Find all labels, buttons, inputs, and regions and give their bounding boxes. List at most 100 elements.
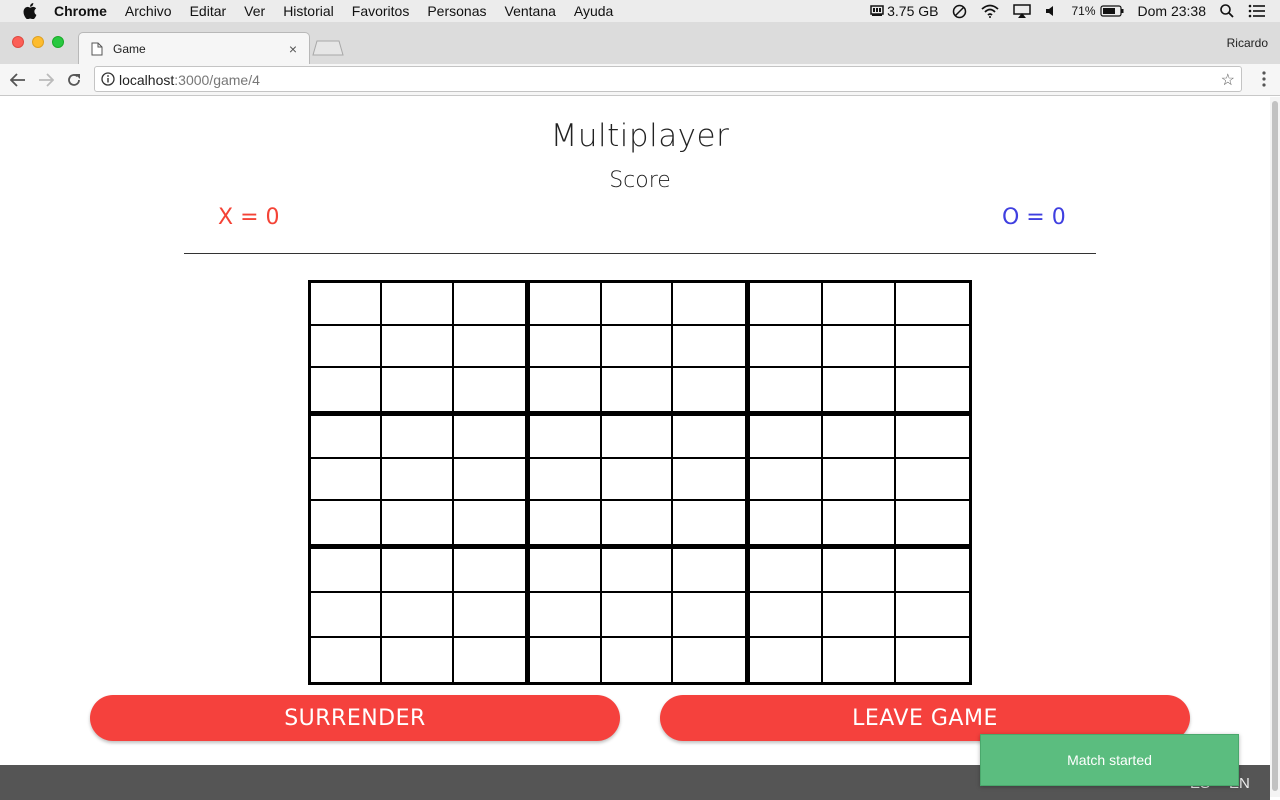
board-cell[interactable] xyxy=(311,637,383,682)
board-cell[interactable] xyxy=(311,501,383,544)
board-cell[interactable] xyxy=(530,549,602,594)
board-cell[interactable] xyxy=(453,283,526,326)
spotlight-search-icon[interactable] xyxy=(1220,4,1234,18)
board-cell[interactable] xyxy=(311,283,383,326)
board-cell[interactable] xyxy=(530,637,602,682)
board-cell[interactable] xyxy=(895,368,969,411)
board-cell[interactable] xyxy=(895,416,969,459)
board-cell[interactable] xyxy=(749,325,823,369)
menu-ventana[interactable]: Ventana xyxy=(505,3,556,19)
board-cell[interactable] xyxy=(453,593,526,638)
board-cell[interactable] xyxy=(382,593,454,638)
board-cell[interactable] xyxy=(530,593,602,638)
board-cell[interactable] xyxy=(673,501,745,544)
board-cell[interactable] xyxy=(895,637,969,682)
board-cell[interactable] xyxy=(895,458,969,502)
menu-ver[interactable]: Ver xyxy=(244,3,265,19)
board-cell[interactable] xyxy=(673,549,745,594)
board-cell[interactable] xyxy=(822,368,896,411)
board-cell[interactable] xyxy=(673,458,745,502)
new-tab-button[interactable] xyxy=(312,40,344,56)
board-cell[interactable] xyxy=(822,283,896,326)
board-cell[interactable] xyxy=(822,593,896,638)
board-cell[interactable] xyxy=(673,325,745,369)
board-cell[interactable] xyxy=(601,368,674,411)
board-cell[interactable] xyxy=(895,593,969,638)
board-cell[interactable] xyxy=(601,458,674,502)
forward-arrow-icon[interactable] xyxy=(36,70,56,90)
board-cell[interactable] xyxy=(530,416,602,459)
board-cell[interactable] xyxy=(749,549,823,594)
board-cell[interactable] xyxy=(382,549,454,594)
board-cell[interactable] xyxy=(453,501,526,544)
board-cell[interactable] xyxy=(530,501,602,544)
board-cell[interactable] xyxy=(822,501,896,544)
board-cell[interactable] xyxy=(453,637,526,682)
board-cell[interactable] xyxy=(895,549,969,594)
board-cell[interactable] xyxy=(895,283,969,326)
board-cell[interactable] xyxy=(673,637,745,682)
board-cell[interactable] xyxy=(749,501,823,544)
bookmark-star-icon[interactable]: ☆ xyxy=(1221,70,1235,90)
window-minimize-button[interactable] xyxy=(32,36,44,48)
profile-name[interactable]: Ricardo xyxy=(1227,36,1268,50)
board-cell[interactable] xyxy=(822,416,896,459)
board-cell[interactable] xyxy=(673,593,745,638)
board-cell[interactable] xyxy=(601,637,674,682)
board-cell[interactable] xyxy=(822,458,896,502)
board-cell[interactable] xyxy=(453,325,526,369)
apple-logo-icon[interactable] xyxy=(20,3,40,19)
board-cell[interactable] xyxy=(822,325,896,369)
board-cell[interactable] xyxy=(311,416,383,459)
board-cell[interactable] xyxy=(895,325,969,369)
board-cell[interactable] xyxy=(749,416,823,459)
board-cell[interactable] xyxy=(601,593,674,638)
board-cell[interactable] xyxy=(530,325,602,369)
board-cell[interactable] xyxy=(749,637,823,682)
board-cell[interactable] xyxy=(311,458,383,502)
board-cell[interactable] xyxy=(382,325,454,369)
site-info-icon[interactable] xyxy=(101,72,115,86)
volume-icon[interactable] xyxy=(1045,5,1057,17)
menu-historial[interactable]: Historial xyxy=(283,3,334,19)
board-cell[interactable] xyxy=(530,458,602,502)
menu-ayuda[interactable]: Ayuda xyxy=(574,3,613,19)
tab-close-icon[interactable]: × xyxy=(289,41,297,57)
reload-icon[interactable] xyxy=(64,70,84,90)
memory-indicator[interactable]: 3.75 GB xyxy=(870,3,938,19)
notification-center-icon[interactable] xyxy=(1248,4,1266,18)
board-cell[interactable] xyxy=(382,458,454,502)
board-cell[interactable] xyxy=(601,325,674,369)
battery-indicator[interactable]: 71% xyxy=(1071,4,1124,18)
board-cell[interactable] xyxy=(601,501,674,544)
page-scrollbar[interactable] xyxy=(1270,97,1280,797)
board-cell[interactable] xyxy=(311,368,383,411)
board-cell[interactable] xyxy=(895,501,969,544)
board-cell[interactable] xyxy=(453,368,526,411)
window-close-button[interactable] xyxy=(12,36,24,48)
address-bar[interactable]: localhost:3000/game/4 ☆ xyxy=(94,66,1242,92)
menu-favoritos[interactable]: Favoritos xyxy=(352,3,410,19)
browser-menu-icon[interactable] xyxy=(1262,70,1266,88)
board-cell[interactable] xyxy=(673,416,745,459)
browser-tab[interactable]: Game × xyxy=(78,32,310,64)
board-cell[interactable] xyxy=(601,283,674,326)
board-cell[interactable] xyxy=(673,283,745,326)
back-arrow-icon[interactable] xyxy=(8,70,28,90)
menu-editar[interactable]: Editar xyxy=(190,3,227,19)
scrollbar-thumb[interactable] xyxy=(1272,101,1278,791)
board-cell[interactable] xyxy=(311,325,383,369)
do-not-disturb-icon[interactable] xyxy=(952,4,967,19)
board-cell[interactable] xyxy=(673,368,745,411)
board-cell[interactable] xyxy=(822,637,896,682)
board-cell[interactable] xyxy=(822,549,896,594)
board-cell[interactable] xyxy=(530,368,602,411)
menu-app-name[interactable]: Chrome xyxy=(54,3,107,19)
menu-personas[interactable]: Personas xyxy=(427,3,486,19)
board-cell[interactable] xyxy=(749,593,823,638)
board-cell[interactable] xyxy=(382,637,454,682)
board-cell[interactable] xyxy=(382,283,454,326)
board-cell[interactable] xyxy=(601,416,674,459)
board-cell[interactable] xyxy=(749,368,823,411)
board-cell[interactable] xyxy=(382,368,454,411)
